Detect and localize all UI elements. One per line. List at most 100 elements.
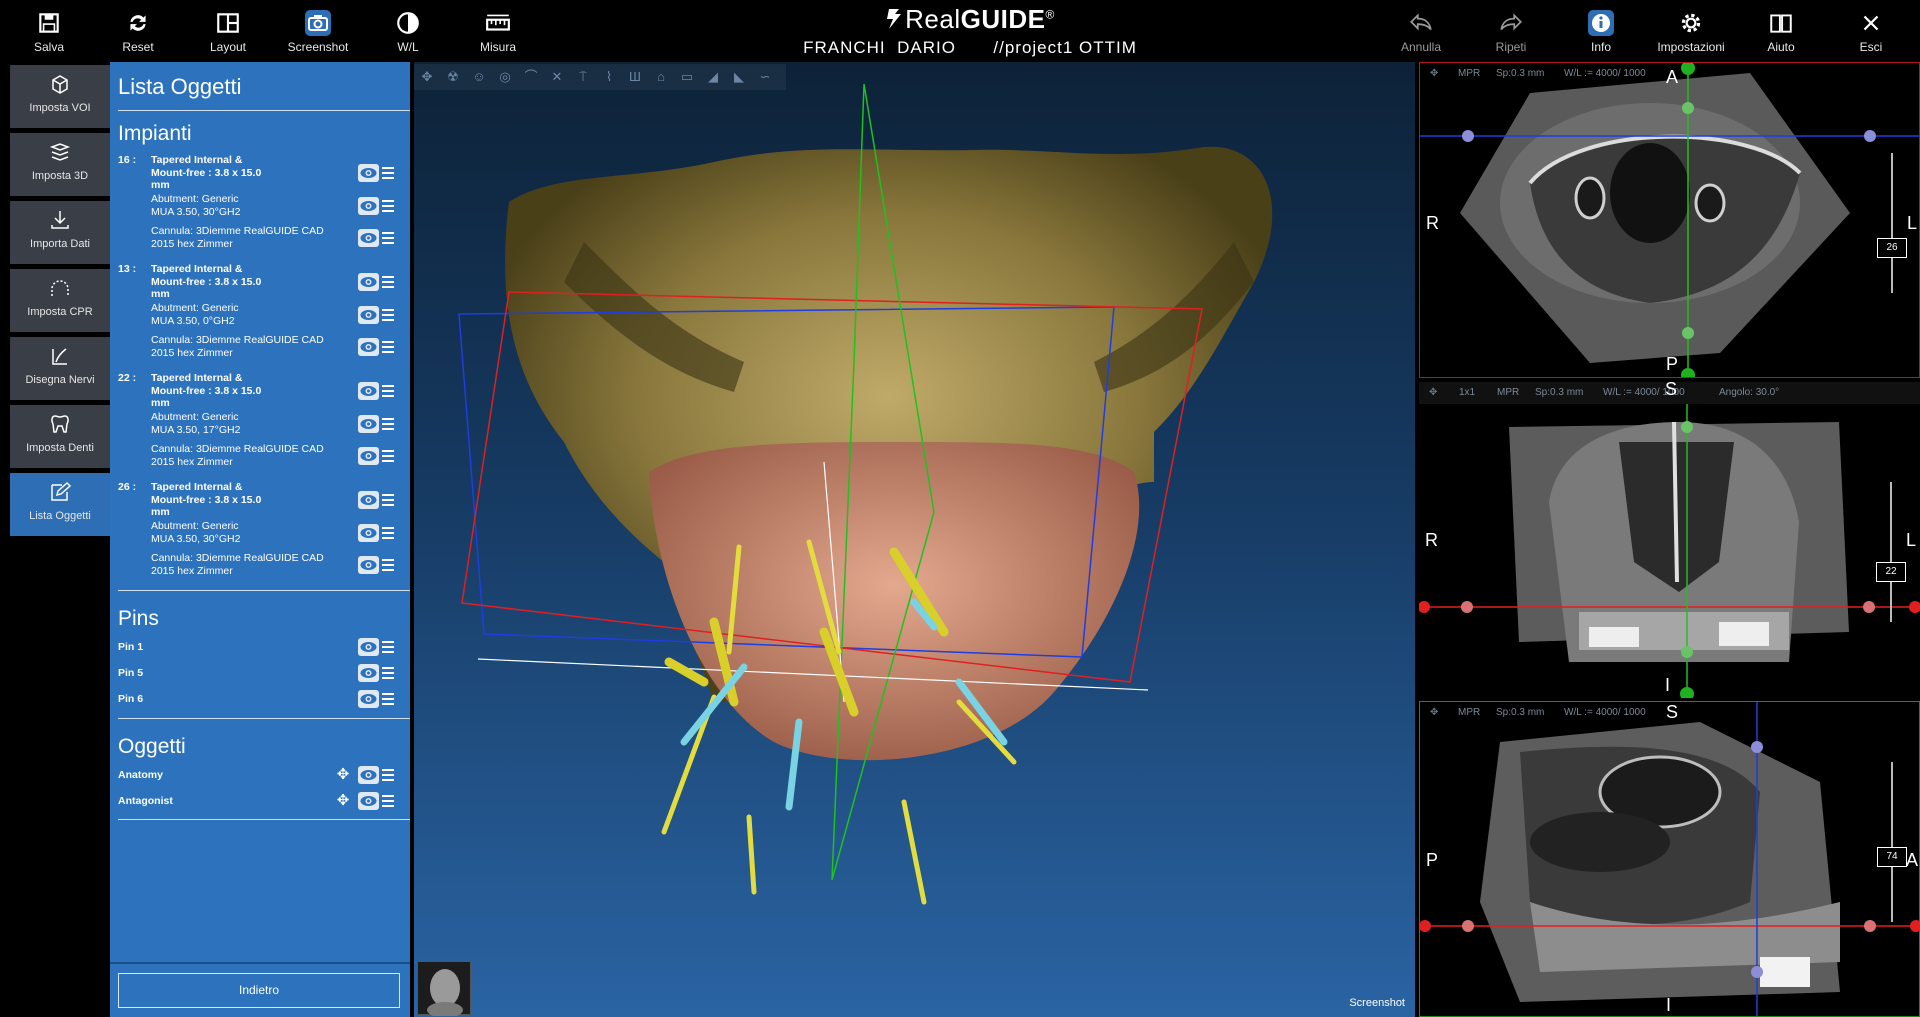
text-line: MUA 3.50, 0°GH2: [151, 314, 235, 327]
visibility-toggle[interactable]: [358, 196, 379, 215]
save-icon: [39, 13, 59, 33]
implant-row-text: Tapered Internal & Mount-free : 3.8 x 15.…: [151, 372, 361, 410]
item-menu-button[interactable]: [380, 338, 396, 356]
eye-icon: [360, 385, 377, 396]
tool-rail: Imposta VOI Imposta 3D Importa Dati Impo…: [0, 62, 110, 1017]
help-button[interactable]: Aiuto: [1736, 10, 1826, 60]
slice-slider-track[interactable]: [1890, 482, 1892, 622]
visibility-toggle[interactable]: [358, 414, 379, 433]
cannula-row-text: Cannula: 3Diemme RealGUIDE CAD 2015 hex Z…: [151, 334, 361, 359]
rail-item-import[interactable]: Importa Dati: [10, 201, 110, 264]
eye-icon: [360, 559, 377, 570]
eye-icon: [360, 418, 377, 429]
orient-right: A: [1906, 850, 1919, 870]
item-menu-button[interactable]: [380, 664, 396, 682]
orient-top: A: [1666, 67, 1679, 87]
reset-label: Reset: [122, 40, 154, 54]
orient-right: L: [1906, 530, 1917, 550]
mpr-pane-sagittal[interactable]: ✥ MPR Sp:0.3 mm W/L := 4000/ 1000 S I P …: [1419, 701, 1920, 1017]
item-menu-button[interactable]: [380, 638, 396, 656]
mpr-pane-coronal[interactable]: ✥ 1x1 MPR Sp:0.3 mm W/L := 4000/ 1000 An…: [1419, 382, 1920, 698]
camera-icon: [305, 10, 331, 36]
rail-item-3d[interactable]: Imposta 3D: [10, 133, 110, 196]
visibility-toggle[interactable]: [358, 305, 379, 324]
item-menu-button[interactable]: [380, 229, 396, 247]
orient-left: P: [1426, 850, 1439, 870]
contrast-icon: [397, 12, 419, 34]
volume-icon: [49, 143, 71, 161]
abutment-row-text: Abutment: Generic MUA 3.50, 0°GH2: [151, 302, 361, 327]
item-menu-button[interactable]: [380, 415, 396, 433]
measure-button[interactable]: Misura: [453, 10, 543, 60]
move-icon[interactable]: ✥: [334, 792, 352, 810]
move-icon[interactable]: ✥: [334, 766, 352, 784]
exit-button[interactable]: Esci: [1826, 10, 1916, 60]
visibility-toggle[interactable]: [358, 555, 379, 574]
visibility-toggle[interactable]: [358, 638, 379, 656]
import-icon: [51, 211, 69, 229]
panel-footer-line: [110, 962, 410, 964]
rail-item-teeth[interactable]: Imposta Denti: [10, 405, 110, 468]
eye-icon: [360, 668, 377, 678]
slice-number[interactable]: 26: [1877, 238, 1907, 258]
item-menu-button[interactable]: [380, 690, 396, 708]
item-menu-button[interactable]: [380, 556, 396, 574]
text-line: Cannula: 3Diemme RealGUIDE CAD: [151, 552, 324, 564]
text-line: 2015 hex Zimmer: [151, 564, 233, 577]
item-menu-button[interactable]: [380, 447, 396, 465]
item-menu-button[interactable]: [380, 197, 396, 215]
rail-item-voi[interactable]: Imposta VOI: [10, 65, 110, 128]
reset-icon: [130, 15, 146, 31]
layout-button[interactable]: Layout: [183, 10, 273, 60]
visibility-toggle[interactable]: [358, 381, 379, 400]
divider: [118, 110, 410, 111]
item-menu-button[interactable]: [380, 382, 396, 400]
visibility-toggle[interactable]: [358, 490, 379, 509]
screenshot-button[interactable]: Screenshot: [273, 10, 363, 60]
item-menu-button[interactable]: [380, 524, 396, 542]
redo-button[interactable]: Ripeti: [1466, 10, 1556, 60]
slice-slider-track[interactable]: [1891, 153, 1893, 293]
slice-number[interactable]: 22: [1876, 562, 1906, 582]
item-menu-button[interactable]: [380, 164, 396, 182]
undo-button[interactable]: Annulla: [1376, 10, 1466, 60]
visibility-toggle[interactable]: [358, 523, 379, 542]
cannula-row-text: Cannula: 3Diemme RealGUIDE CAD 2015 hex Z…: [151, 225, 361, 250]
3d-viewport[interactable]: ✥ ☢ ☺ ◎ ⌒ ✕ ⍑ ⌇ Ш ⌂ ▭ ◢ ◣ ∽ Screenshot: [414, 62, 1415, 1017]
item-menu-button[interactable]: [380, 766, 396, 784]
visibility-toggle[interactable]: [358, 272, 379, 291]
back-button[interactable]: Indietro: [118, 973, 400, 1008]
save-button[interactable]: Salva: [4, 10, 94, 60]
slice-number[interactable]: 74: [1877, 847, 1907, 867]
visibility-toggle[interactable]: [358, 664, 379, 682]
item-menu-button[interactable]: [380, 792, 396, 810]
item-menu-button[interactable]: [380, 306, 396, 324]
rail-item-object-list[interactable]: Lista Oggetti: [10, 473, 110, 536]
settings-button[interactable]: Impostazioni: [1646, 10, 1736, 60]
item-menu-button[interactable]: [380, 273, 396, 291]
orientation-head-thumbnail[interactable]: [417, 961, 471, 1017]
reset-button[interactable]: Reset: [93, 10, 183, 60]
pin-label: Pin 5: [118, 667, 144, 679]
visibility-toggle[interactable]: [358, 766, 379, 784]
implant-number: 22 :: [118, 372, 137, 384]
visibility-toggle[interactable]: [358, 792, 379, 810]
text-line: Cannula: 3Diemme RealGUIDE CAD: [151, 334, 324, 346]
text-line: Tapered Internal &: [151, 263, 243, 275]
mpr-pane-axial[interactable]: ✥ MPR Sp:0.3 mm W/L := 4000/ 1000 A P R …: [1419, 62, 1920, 378]
divider: [118, 718, 410, 719]
window-level-button[interactable]: W/L: [363, 10, 453, 60]
visibility-toggle[interactable]: [358, 690, 379, 708]
info-button[interactable]: Info: [1556, 10, 1646, 60]
text-line: Cannula: 3Diemme RealGUIDE CAD: [151, 225, 324, 237]
visibility-toggle[interactable]: [358, 446, 379, 465]
visibility-toggle[interactable]: [358, 337, 379, 356]
rail-item-cpr[interactable]: Imposta CPR: [10, 269, 110, 332]
slice-slider-track[interactable]: [1891, 762, 1893, 922]
rail-item-nerves[interactable]: Disegna Nervi: [10, 337, 110, 400]
visibility-toggle[interactable]: [358, 228, 379, 247]
save-label: Salva: [33, 40, 65, 54]
item-menu-button[interactable]: [380, 491, 396, 509]
ruler-icon: [486, 14, 510, 31]
visibility-toggle[interactable]: [358, 163, 379, 182]
